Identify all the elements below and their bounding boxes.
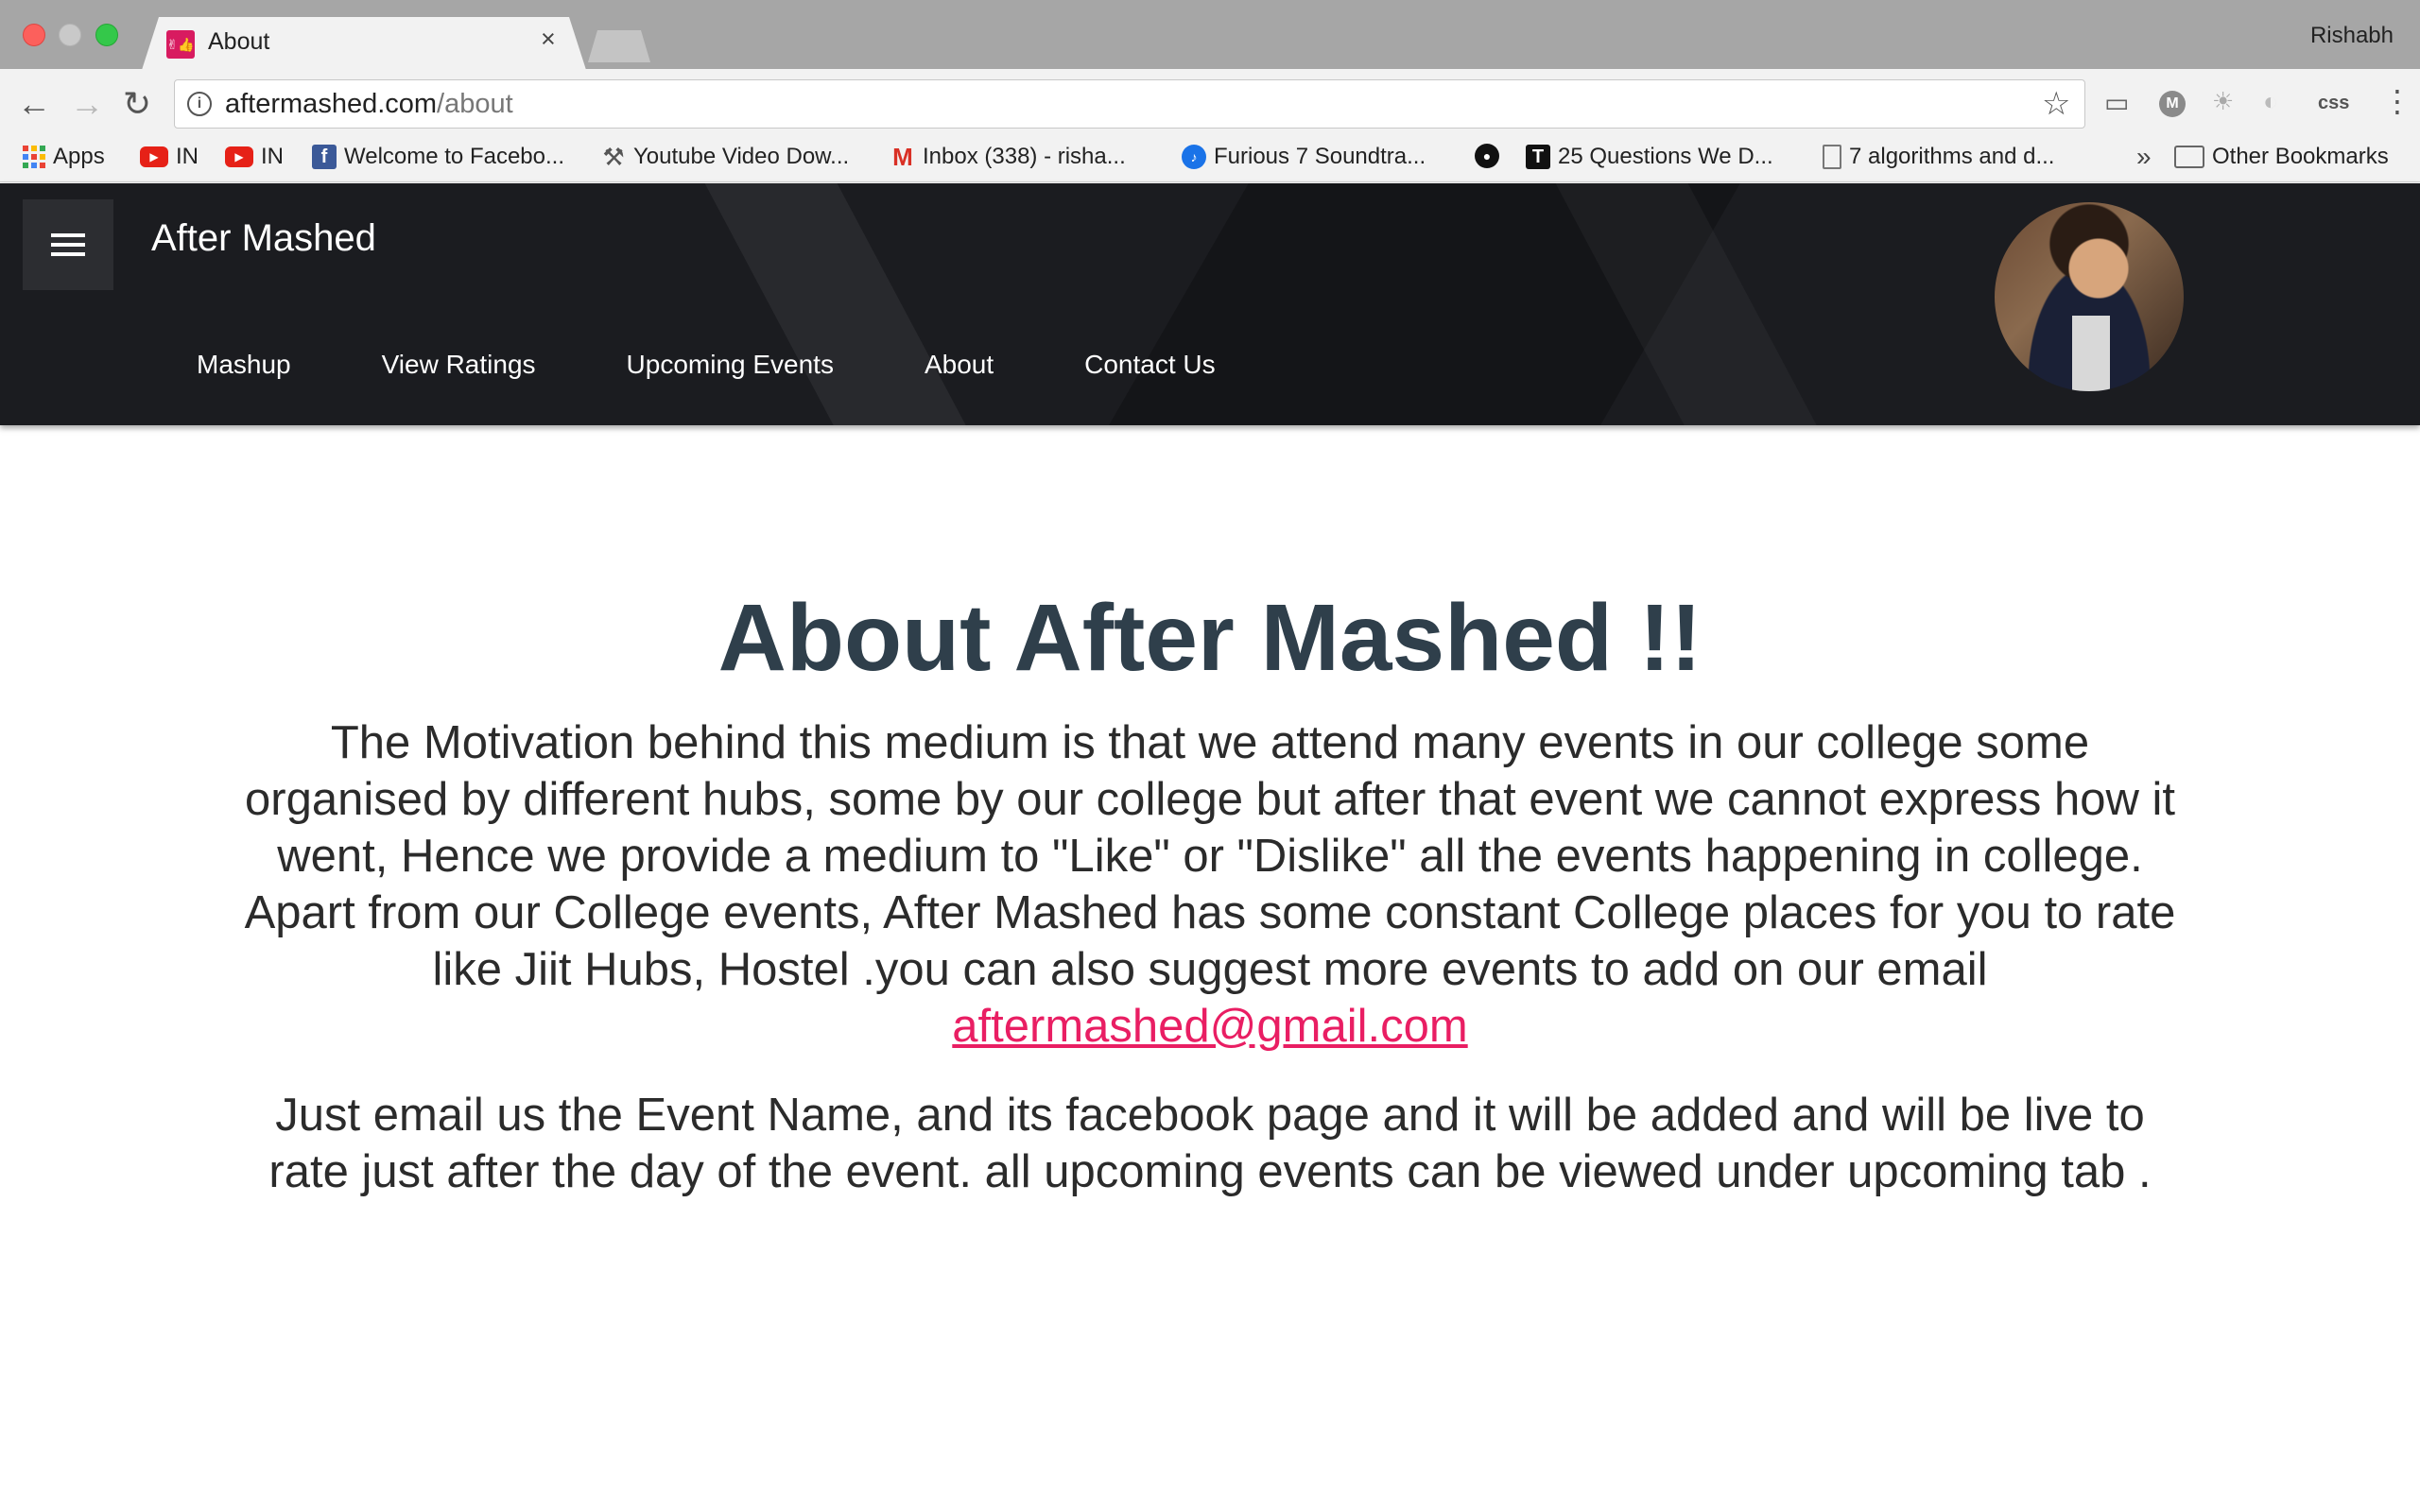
nav-about[interactable]: About [925, 350, 994, 380]
info-icon[interactable]: i [187, 92, 212, 116]
instructions-paragraph: Just email us the Event Name, and its fa… [268, 1090, 2152, 1197]
t-icon: T [1526, 145, 1550, 169]
site-favicon-icon: ✌👍 [166, 30, 195, 59]
youtube-icon: ▶ [225, 146, 253, 167]
forward-arrow-icon[interactable]: → [70, 85, 104, 123]
header-decoration [684, 183, 998, 425]
site-nav: Mashup View Ratings Upcoming Events Abou… [197, 350, 1306, 380]
gmail-icon: M [892, 142, 913, 171]
bookmarks-overflow-icon[interactable]: » [2136, 142, 2152, 172]
document-icon [1823, 145, 1841, 169]
back-arrow-icon[interactable]: ← [17, 85, 51, 123]
bookmark-star-icon[interactable]: ☆ [2042, 85, 2070, 123]
facebook-icon: f [312, 145, 337, 169]
extension-m-icon[interactable]: M [2159, 91, 2186, 117]
bookmark-youtube-downloader[interactable]: ⚒ Youtube Video Dow... [601, 142, 850, 171]
bookmark-gmail-inbox[interactable]: M Inbox (338) - risha... [890, 142, 1126, 171]
tab-title: About [208, 28, 270, 55]
about-paragraph: The Motivation behind this medium is tha… [236, 714, 2184, 1055]
other-bookmarks-label: Other Bookmarks [2212, 144, 2389, 169]
bookmark-label: 25 Questions We D... [1558, 144, 1773, 169]
bookmark-label: 7 algorithms and d... [1849, 144, 2055, 169]
bookmark-facebook[interactable]: f Welcome to Facebo... [312, 144, 564, 170]
bookmark-furious-7[interactable]: ♪ Furious 7 Soundtra... [1182, 144, 1426, 170]
profile-name[interactable]: Rishabh [2310, 23, 2394, 49]
bookmark-label: Youtube Video Dow... [633, 144, 850, 169]
email-link[interactable]: aftermashed@gmail.com [952, 1001, 1467, 1052]
github-icon: ● [1475, 144, 1499, 168]
site-header: After Mashed Mashup View Ratings Upcomin… [0, 183, 2420, 425]
new-tab-button[interactable] [588, 30, 650, 62]
avatar[interactable] [1995, 202, 2184, 391]
bookmark-github[interactable]: ● [1475, 144, 1507, 168]
reload-icon[interactable]: ↻ [123, 85, 151, 123]
nav-contact-us[interactable]: Contact Us [1084, 350, 1216, 380]
url-path: /about [437, 89, 513, 119]
address-url[interactable]: aftermashed.com/about [225, 89, 513, 120]
nav-mashup[interactable]: Mashup [197, 350, 291, 380]
tool-icon: ⚒ [602, 142, 625, 171]
site-brand[interactable]: After Mashed [151, 217, 376, 260]
extension-css-icon[interactable]: css [2318, 93, 2349, 114]
bookmark-label: IN [261, 144, 284, 169]
about-paragraph-text: The Motivation behind this medium is tha… [244, 717, 2176, 995]
youtube-icon: ▶ [140, 146, 168, 167]
url-domain: aftermashed.com [225, 89, 438, 119]
folder-icon [2174, 146, 2204, 168]
cast-icon[interactable]: ▭ [2104, 87, 2129, 118]
extension-circle-icon[interactable]: ◐ [2263, 87, 2278, 116]
other-bookmarks[interactable]: Other Bookmarks [2174, 144, 2389, 170]
bookmark-label: IN [176, 144, 199, 169]
apps-grid-icon [23, 146, 45, 168]
bookmark-7-algorithms[interactable]: 7 algorithms and d... [1823, 144, 2054, 170]
bookmark-youtube-in-2[interactable]: ▶ IN [225, 144, 284, 170]
window-close-button[interactable] [23, 24, 45, 46]
hamburger-menu-icon[interactable] [23, 199, 113, 290]
browser-menu-icon[interactable]: ⋮ [2382, 83, 2412, 119]
bookmark-label: Welcome to Facebo... [344, 144, 564, 169]
nav-view-ratings[interactable]: View Ratings [382, 350, 536, 380]
bookmark-25-questions[interactable]: T 25 Questions We D... [1526, 144, 1773, 170]
window-minimize-button[interactable] [59, 24, 81, 46]
avatar-detail [2072, 316, 2110, 391]
page-title: About After Mashed !! [717, 585, 1703, 691]
bookmark-label: Inbox (338) - risha... [923, 144, 1126, 169]
window-zoom-button[interactable] [95, 24, 118, 46]
bookmark-apps[interactable]: Apps [23, 144, 105, 170]
nav-upcoming-events[interactable]: Upcoming Events [627, 350, 834, 380]
extension-palm-icon[interactable]: ☀ [2212, 87, 2234, 116]
drop-icon: ♪ [1182, 145, 1206, 169]
bookmark-label: Apps [53, 144, 105, 169]
bookmark-youtube-in-1[interactable]: ▶ IN [140, 144, 199, 170]
tab-close-icon[interactable]: × [541, 26, 556, 52]
bookmark-label: Furious 7 Soundtra... [1214, 144, 1426, 169]
